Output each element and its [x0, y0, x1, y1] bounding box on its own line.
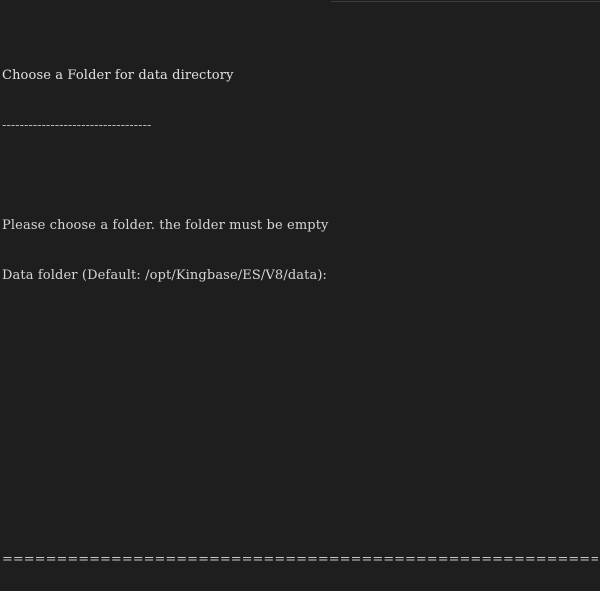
terminal-screen[interactable]: Choose a Folder for data directory -----…: [2, 1, 600, 591]
section-heading-choose-folder: Choose a Folder for data directory: [2, 67, 234, 83]
section-separator: ========================================…: [2, 552, 598, 568]
section-underline-choose-folder: ----------------------------------: [2, 117, 152, 133]
prompt-data-folder[interactable]: Data folder (Default: /opt/Kingbase/ES/V…: [2, 268, 600, 285]
terminal-window[interactable]: Choose a Folder for data directory -----…: [0, 0, 600, 591]
instruction-empty-folder: Please choose a folder. the folder must …: [2, 218, 329, 234]
